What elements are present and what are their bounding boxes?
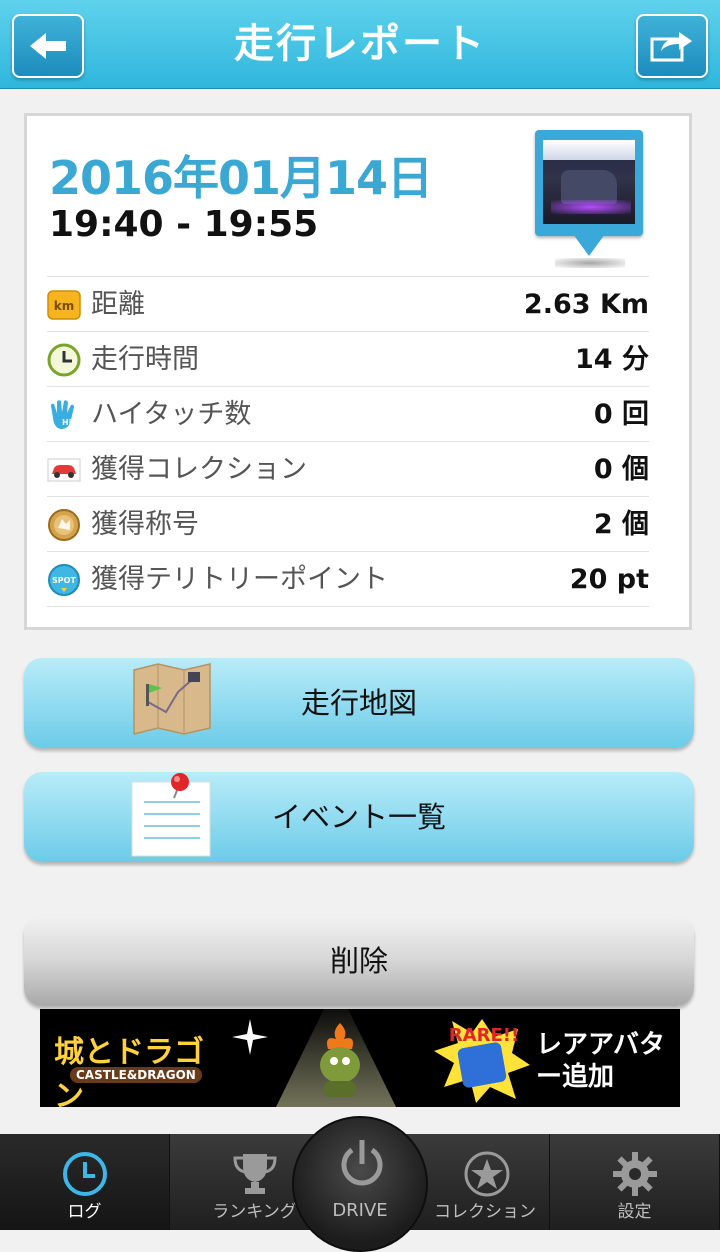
game-subtitle: CASTLE&DRAGON [70, 1067, 202, 1083]
photo-frame [535, 130, 643, 236]
svg-text:SPOT: SPOT [52, 576, 76, 585]
stat-row-collection: 獲得コレクション 0 個 [47, 441, 649, 496]
stats-list: km 距離 2.63 Km 走行時間 14 分 Hi ハイタッチ数 0 回 獲得… [47, 276, 649, 607]
medal-icon [48, 509, 80, 541]
nav-log[interactable]: ログ [0, 1134, 170, 1230]
nav-label: ログ [67, 1202, 102, 1222]
stat-value: 0 回 [593, 399, 649, 430]
event-list-button[interactable]: イベント一覧 [24, 772, 694, 862]
report-time-range: 19:40 - 19:55 [49, 204, 319, 245]
drive-map-button[interactable]: 走行地図 [24, 658, 694, 748]
nav-drive[interactable]: DRIVE [292, 1116, 428, 1252]
drive-photo [543, 140, 635, 224]
report-card: 2016年01月14日 19:40 - 19:55 km 距離 2.63 Km [24, 113, 692, 630]
star-icon [464, 1151, 510, 1197]
sparkle-icon [232, 1019, 268, 1055]
drive-map-label: 走行地図 [300, 686, 417, 720]
stat-label: 走行時間 [91, 344, 199, 375]
spot-icon: SPOT [48, 564, 80, 596]
stat-label: 獲得コレクション [91, 454, 307, 485]
stat-row-territory: SPOT 獲得テリトリーポイント 20 pt [47, 551, 649, 607]
stat-row-distance: km 距離 2.63 Km [47, 276, 649, 331]
stat-value: 20 pt [569, 564, 649, 595]
stat-label: ハイタッチ数 [91, 399, 252, 430]
nav-label: コレクション [434, 1202, 536, 1222]
ad-banner[interactable]: 城とドラゴン CASTLE&DRAGON RARE!! レアアバター追加 [40, 1009, 680, 1107]
high-five-icon: Hi [51, 400, 74, 429]
promo-text: レアアバター追加 [536, 1030, 665, 1092]
header-bar: 走行レポート [0, 0, 720, 89]
creature-avatar [320, 1023, 360, 1097]
car-icon [47, 458, 81, 482]
gear-icon [613, 1152, 657, 1196]
stat-value: 14 分 [575, 344, 649, 375]
stat-row-titles: 獲得称号 2 個 [47, 496, 649, 551]
clock-icon [63, 1152, 107, 1196]
svg-text:km: km [54, 299, 74, 313]
report-date: 2016年01月14日 [49, 151, 433, 205]
delete-button[interactable]: 削除 [24, 916, 694, 1006]
stat-value: 0 個 [593, 454, 649, 485]
pin-pointer [573, 234, 605, 256]
share-button[interactable] [636, 14, 708, 78]
stat-value: 2 個 [593, 509, 649, 540]
page-title: 走行レポート [234, 21, 486, 67]
trophy-icon [233, 1154, 277, 1194]
stat-row-high-five: Hi ハイタッチ数 0 回 [47, 386, 649, 441]
nav-label: 設定 [617, 1202, 652, 1222]
rare-badge: RARE!! [434, 1019, 530, 1103]
power-icon [341, 1140, 383, 1186]
nav-settings[interactable]: 設定 [550, 1134, 720, 1230]
event-list-label: イベント一覧 [271, 800, 446, 834]
stat-label: 距離 [91, 289, 145, 320]
game-logo: 城とドラゴン CASTLE&DRAGON [54, 1027, 224, 1107]
rare-text: RARE!! [449, 1025, 519, 1046]
photo-pin[interactable] [535, 130, 647, 270]
pin-shadow [555, 258, 625, 268]
clock-icon [47, 343, 81, 377]
stat-row-drive-time: 走行時間 14 分 [47, 331, 649, 386]
km-icon: km [47, 290, 81, 320]
share-icon [650, 32, 692, 62]
stat-value: 2.63 Km [523, 289, 649, 320]
delete-label: 削除 [329, 944, 388, 978]
stat-label: 獲得称号 [91, 509, 199, 540]
stat-label: 獲得テリトリーポイント [91, 564, 388, 595]
nav-label: DRIVE [332, 1200, 388, 1221]
svg-text:Hi: Hi [62, 418, 72, 427]
